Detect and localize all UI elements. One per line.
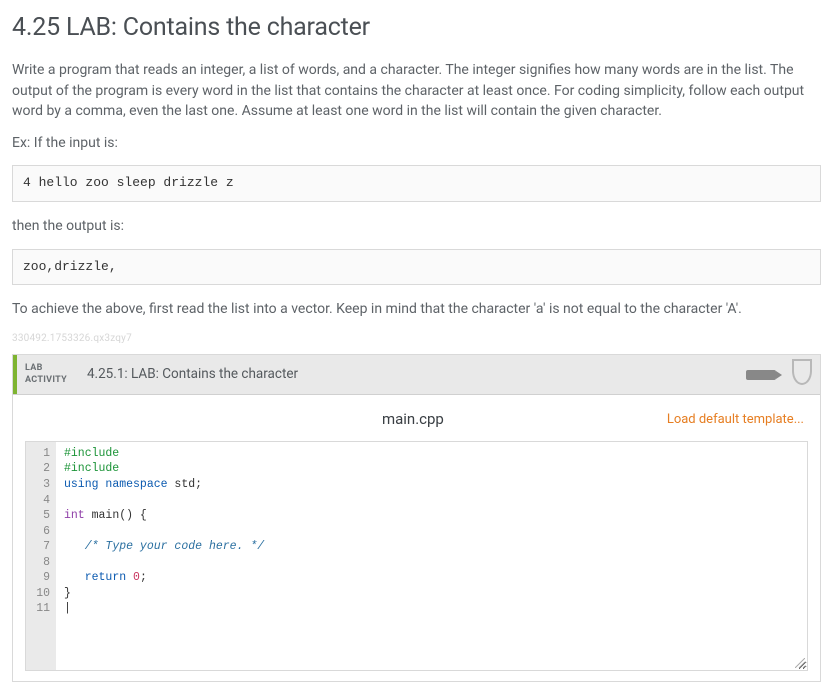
lab-tag-line1: LAB: [25, 363, 67, 375]
intro-paragraph: Write a program that reads an integer, a…: [12, 60, 821, 121]
line-number-gutter: 1 2 3 4 5 6 7 8 9 10 11: [26, 442, 56, 670]
lab-tag-line2: ACTIVITY: [25, 375, 67, 387]
activity-title: 4.25.1: LAB: Contains the character: [77, 355, 746, 394]
activity-body: main.cpp Load default template... 1 2 3 …: [13, 395, 820, 681]
page-title: 4.25 LAB: Contains the character: [12, 10, 821, 46]
hint-paragraph: To achieve the above, first read the lis…: [12, 299, 821, 319]
file-name-label: main.cpp: [159, 409, 667, 431]
watermark-text: 330492.1753326.qx3zqy7: [12, 332, 821, 347]
input-sample-box: 4 hello zoo sleep drizzle z: [12, 165, 821, 202]
output-sample-box: zoo,drizzle,: [12, 249, 821, 286]
code-editor[interactable]: 1 2 3 4 5 6 7 8 9 10 11 #include #includ…: [25, 441, 808, 671]
code-content[interactable]: #include #include using namespace std; i…: [56, 442, 807, 670]
progress-bar-icon: [746, 370, 776, 380]
load-default-template-link[interactable]: Load default template...: [667, 411, 804, 430]
lab-tag: LAB ACTIVITY: [13, 355, 77, 394]
then-label: then the output is:: [12, 216, 821, 236]
lab-activity-panel: LAB ACTIVITY 4.25.1: LAB: Contains the c…: [12, 354, 821, 682]
file-header: main.cpp Load default template...: [25, 409, 808, 431]
resize-handle-icon[interactable]: [795, 658, 805, 668]
example-label: Ex: If the input is:: [12, 133, 821, 153]
activity-header: LAB ACTIVITY 4.25.1: LAB: Contains the c…: [13, 355, 820, 395]
progress-area: [746, 355, 820, 394]
shield-icon: [792, 361, 812, 385]
